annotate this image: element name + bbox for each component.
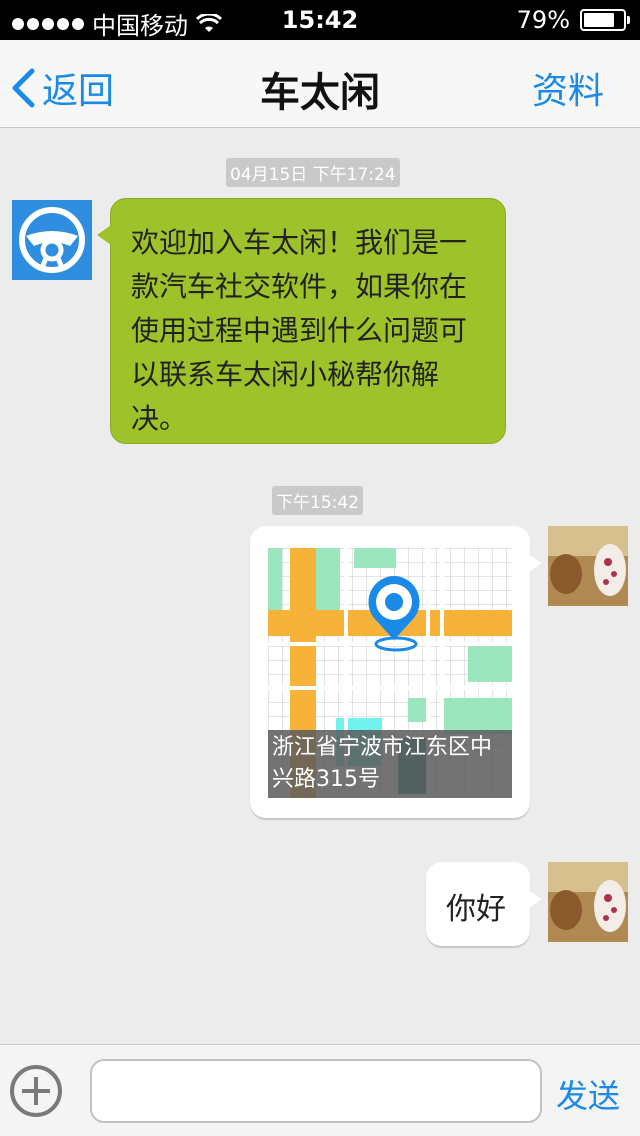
message-text: 你好 [446,892,506,927]
avatar-photo [548,862,628,942]
profile-button[interactable]: 资料 [532,62,604,114]
location-address: 浙江省宁波市江东区中兴路315号 [268,730,512,798]
location-pin-icon [368,576,420,640]
location-map[interactable]: 浙江省宁波市江东区中兴路315号 [268,548,512,798]
message-input[interactable] [90,1059,542,1123]
message-bubble-bot[interactable]: 欢迎加入车太闲！我们是一款汽车社交软件，如果你在使用过程中遇到什么问题可以联系车… [97,198,506,444]
status-right: 79% [516,6,630,34]
plus-icon[interactable] [8,1063,64,1119]
send-button[interactable]: 发送 [556,1071,620,1117]
timestamp: 04月15日 下午17:24 [226,158,400,187]
location-message-bubble[interactable]: 浙江省宁波市江东区中兴路315号 [250,526,542,818]
message-text: 欢迎加入车太闲！我们是一款汽车社交软件，如果你在使用过程中遇到什么问题可以联系车… [131,226,468,435]
bot-avatar[interactable] [12,200,92,280]
steering-wheel-logo-icon [12,200,92,280]
status-bar: 中国移动 15:42 79% [0,0,640,40]
battery-icon [580,9,630,31]
navigation-bar: 返回 车太闲 资料 [0,40,640,128]
battery-percent: 79% [516,6,570,34]
avatar-photo [548,526,628,606]
message-bubble-user[interactable]: 你好 [426,862,542,946]
user-avatar[interactable] [548,526,628,606]
timestamp: 下午15:42 [272,486,363,515]
user-avatar[interactable] [548,862,628,942]
input-bar: 发送 [0,1044,640,1136]
